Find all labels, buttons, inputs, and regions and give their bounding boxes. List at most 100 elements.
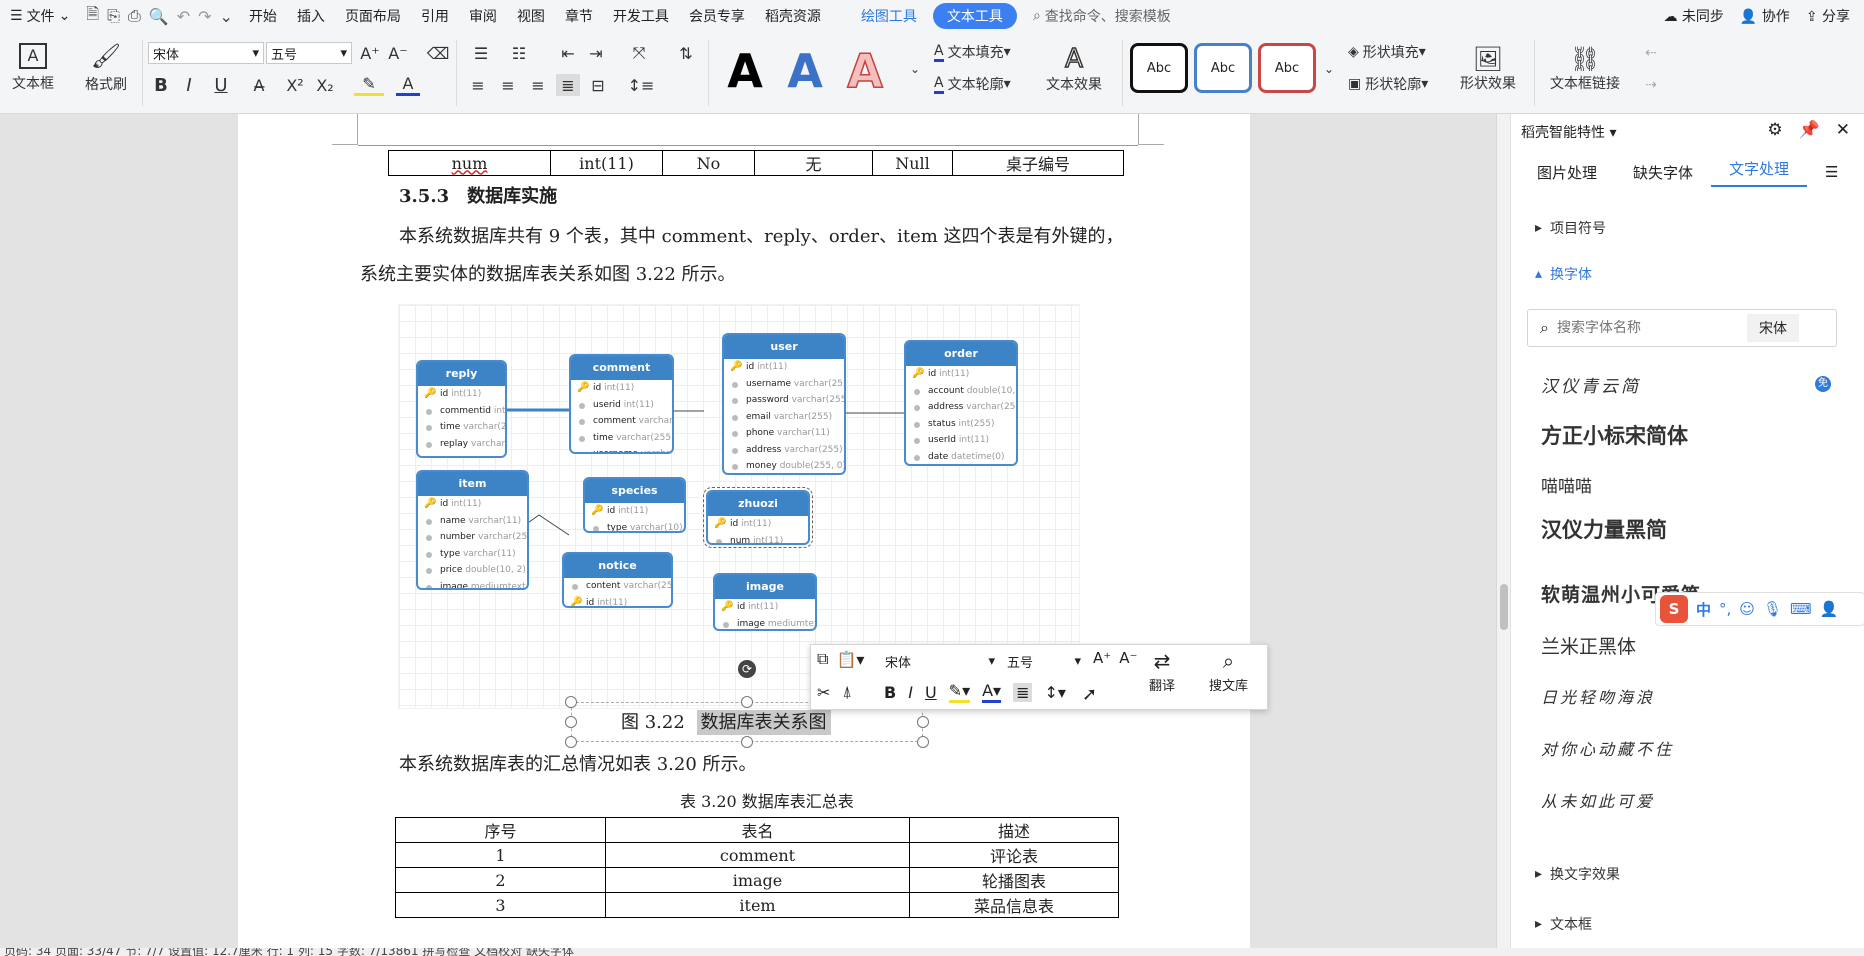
panel-title[interactable]: 稻壳智能特性 ▾: [1521, 122, 1616, 142]
ime-toolbar[interactable]: S 中 °, ☺ 🎙 ⌨ 👤: [1655, 592, 1864, 626]
subscript-icon[interactable]: X₂: [312, 74, 338, 96]
font-size-select[interactable]: 五号 ▾: [266, 42, 352, 64]
export-pdf-icon[interactable]: ⎘: [107, 6, 120, 26]
bullet-list-icon[interactable]: ☰: [466, 42, 496, 64]
entity-image[interactable]: image 🔑 id int(11) image mediumtext: [713, 573, 817, 631]
entity-order[interactable]: order🔑id int(11)account double(10, 0)add…: [904, 340, 1018, 466]
text-style-black[interactable]: A: [716, 42, 774, 100]
text-styles-more-icon[interactable]: ⌄: [908, 58, 922, 80]
sort-icon[interactable]: ⇅: [674, 42, 698, 64]
tab-insert[interactable]: 插入: [287, 0, 335, 32]
entity-item[interactable]: item 🔑 id int(11) name varchar(11) number va…: [416, 470, 529, 590]
font-color-icon[interactable]: A▾: [982, 681, 1002, 703]
align-left-icon[interactable]: ≡: [466, 74, 490, 96]
font-option[interactable]: 汉仪力量黑简: [1541, 514, 1667, 544]
font-option[interactable]: 对你心动藏不住: [1541, 736, 1674, 760]
resize-handle[interactable]: [917, 716, 929, 728]
tab-text-tools[interactable]: 文本工具: [932, 3, 1017, 29]
shape-styles-more-icon[interactable]: ⌄: [1322, 58, 1336, 80]
resize-handle[interactable]: [741, 736, 753, 748]
font-option[interactable]: 方正小标宋简体: [1541, 420, 1688, 450]
tab-references[interactable]: 引用: [411, 0, 459, 32]
highlight-icon[interactable]: ✎▾: [948, 681, 971, 703]
pin-icon[interactable]: 📌: [1799, 120, 1820, 140]
paste-icon[interactable]: 📋▾: [836, 650, 864, 669]
font-search-input[interactable]: [1556, 320, 1747, 336]
print-icon[interactable]: ⎙: [128, 6, 141, 26]
textbox-button[interactable]: A 文本框: [4, 38, 62, 98]
strikethrough-icon[interactable]: A̶: [244, 74, 274, 96]
entity-comment[interactable]: comment 🔑 id int(11) userid int(11) comment …: [569, 354, 674, 454]
gear-icon[interactable]: ⚙: [1767, 120, 1782, 140]
rotate-handle[interactable]: ⟳: [738, 660, 756, 678]
shape-style-red[interactable]: Abc: [1258, 43, 1316, 93]
increase-indent-icon[interactable]: ⇥: [584, 42, 608, 64]
clear-format-icon[interactable]: ⌫: [426, 42, 450, 64]
highlight-icon[interactable]: ✎: [354, 74, 384, 96]
tab-missing-fonts[interactable]: 缺失字体: [1615, 162, 1711, 183]
resize-handle[interactable]: [565, 716, 577, 728]
entity-reply[interactable]: reply🔑id int(11)commentid int(11)time va…: [416, 360, 507, 458]
undo-icon[interactable]: ↶: [177, 7, 190, 26]
shape-fill-button[interactable]: ◈ 形状填充 ▾: [1348, 40, 1426, 64]
next-textbox-icon[interactable]: ⇢: [1640, 74, 1662, 96]
font-option[interactable]: 兰米正黑体: [1541, 632, 1636, 659]
menu-icon[interactable]: ☰: [1807, 163, 1856, 181]
share-button[interactable]: ⇪ 分享: [1806, 6, 1850, 26]
tab-layout[interactable]: 页面布局: [335, 0, 411, 32]
scroll-thumb[interactable]: [1500, 584, 1508, 630]
tab-member[interactable]: 会员专享: [679, 0, 755, 32]
justify-icon[interactable]: ≣: [1013, 682, 1033, 702]
font-option[interactable]: 日光轻吻海浪: [1541, 684, 1655, 708]
tab-section[interactable]: 章节: [555, 0, 603, 32]
distribute-icon[interactable]: ⊟: [586, 74, 610, 96]
tab-view[interactable]: 视图: [507, 0, 555, 32]
section-bullets[interactable]: ▸ 项目符号: [1535, 218, 1606, 238]
resize-handle[interactable]: [917, 736, 929, 748]
tab-review[interactable]: 审阅: [459, 0, 507, 32]
resize-handle[interactable]: [741, 696, 753, 708]
resize-handle[interactable]: [565, 736, 577, 748]
mini-font-select[interactable]: 宋体 ▾: [881, 650, 999, 672]
font-option[interactable]: 从未如此可爱: [1541, 788, 1655, 812]
shape-style-blue[interactable]: Abc: [1194, 43, 1252, 93]
text-style-blue[interactable]: A: [776, 42, 834, 100]
resize-handle[interactable]: [565, 696, 577, 708]
bold-icon[interactable]: B: [884, 683, 896, 702]
grow-font-icon[interactable]: A⁺: [1093, 649, 1111, 667]
close-icon[interactable]: ✕: [1836, 120, 1850, 140]
tab-docer[interactable]: 稻壳资源: [755, 0, 831, 32]
textbox-link-button[interactable]: ⛓ 文本框链接: [1540, 38, 1630, 100]
cut-icon[interactable]: ✂: [817, 683, 830, 702]
font-family-select[interactable]: 宋体 ▾: [148, 42, 264, 64]
underline-icon[interactable]: U: [925, 683, 937, 702]
prev-textbox-icon[interactable]: ⇠: [1640, 42, 1662, 64]
entity-species[interactable]: species 🔑 id int(11) type varchar(10): [583, 477, 686, 533]
shrink-font-icon[interactable]: A⁻: [1119, 649, 1137, 667]
translate-button[interactable]: ⇄ 翻译: [1149, 649, 1175, 694]
shape-effect-button[interactable]: 🖼 形状效果: [1448, 38, 1528, 100]
text-outline-button[interactable]: A 文本轮廓 ▾: [934, 72, 1011, 96]
font-option[interactable]: 喵喵喵: [1541, 472, 1592, 497]
redo-icon[interactable]: ↷: [198, 7, 211, 26]
font-color-icon[interactable]: A: [396, 74, 420, 96]
search-library-button[interactable]: ⌕ 搜文库: [1209, 649, 1248, 694]
italic-icon[interactable]: I: [908, 683, 913, 702]
collab-button[interactable]: 👤 协作: [1740, 6, 1790, 26]
tab-text-processing[interactable]: 文字处理: [1711, 158, 1808, 187]
shrink-font-icon[interactable]: A⁻: [386, 42, 410, 64]
shape-outline-button[interactable]: ▣ 形状轮廓 ▾: [1348, 72, 1428, 96]
align-center-icon[interactable]: ≡: [496, 74, 520, 96]
superscript-icon[interactable]: X²: [282, 74, 308, 96]
save-icon[interactable]: 🗎: [86, 3, 99, 30]
entity-zhuozi[interactable]: zhuozi 🔑 id int(11) num int(11): [703, 487, 813, 548]
file-menu[interactable]: ☰ 文件 ⌄: [0, 0, 80, 32]
command-search[interactable]: ⌕ 查找命令、搜索模板: [1023, 6, 1353, 26]
sync-button[interactable]: ☁ 未同步: [1663, 6, 1723, 26]
text-direction-icon[interactable]: ⤧: [624, 42, 654, 64]
shape-style-black[interactable]: Abc: [1130, 43, 1188, 93]
entity-notice[interactable]: noticecontent varchar(255)🔑id int(11): [562, 552, 673, 608]
text-fill-button[interactable]: A 文本填充 ▾: [934, 40, 1011, 64]
format-painter-button[interactable]: 🖌 格式刷: [76, 38, 136, 98]
decrease-indent-icon[interactable]: ⇤: [556, 42, 580, 64]
